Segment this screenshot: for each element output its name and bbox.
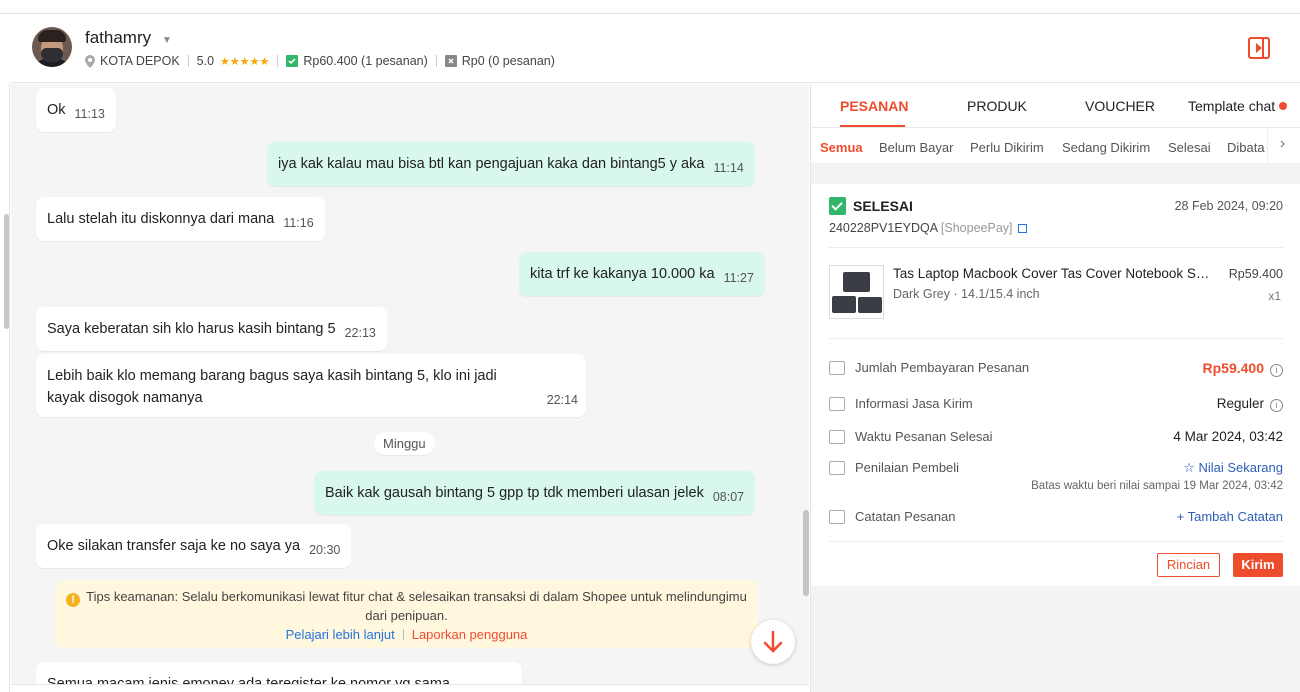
avatar[interactable] [32, 27, 72, 67]
arrow-down-icon [763, 630, 783, 653]
warning-icon: ! [66, 593, 81, 607]
active-tab-indicator [840, 125, 905, 127]
shipping-service: Reguler i [1217, 396, 1283, 412]
paid-orders-stat: Rp60.400 (1 pesanan) [303, 54, 428, 68]
notification-dot [1279, 102, 1288, 110]
subtab-dibatalkan[interactable]: Dibata [1227, 140, 1265, 155]
tab-produk[interactable]: PRODUK [967, 98, 1027, 114]
user-meta: KOTA DEPOK 5.0 ★★★★★ Rp60.400 (1 pesanan… [85, 54, 555, 68]
learn-more-link[interactable]: Pelajari lebih lanjut [286, 627, 395, 642]
message-incoming: Lalu stelah itu diskonnya dari mana 11:16 [36, 197, 325, 241]
scroll-to-bottom-button[interactable] [751, 620, 795, 664]
paid-orders-icon [286, 55, 299, 67]
completed-status-icon [829, 197, 846, 215]
subtab-perlu-dikirim[interactable]: Perlu Dikirim [970, 140, 1044, 155]
order-status-filter: Semua Belum Bayar Perlu Dikirim Sedang D… [811, 129, 1300, 163]
tips-text: Tips keamanan: Selalu berkomunikasi lewa… [86, 589, 747, 623]
location-text: KOTA DEPOK [100, 54, 180, 68]
username[interactable]: fathamry [85, 28, 151, 48]
collapse-panel-icon[interactable] [1248, 37, 1270, 59]
divider [829, 541, 1283, 542]
cancelled-orders-icon [444, 55, 457, 67]
note-icon [829, 510, 845, 524]
message-incoming: Saya keberatan sih klo harus kasih binta… [36, 307, 387, 351]
top-strip [0, 0, 1300, 14]
panel-empty-area [811, 586, 1300, 692]
chevron-right-icon[interactable]: › [1267, 129, 1297, 163]
calendar-icon [829, 430, 845, 444]
detail-button[interactable]: Rincian [1157, 553, 1220, 577]
rate-now-link[interactable]: ☆ Nilai Sekarang [1183, 460, 1283, 476]
chat-input-edge [11, 684, 809, 692]
message-incoming: Semua macam jenis emoney ada teregister … [36, 662, 522, 684]
tab-template-chat[interactable]: Template chat [1188, 98, 1288, 114]
subtab-belum-bayar[interactable]: Belum Bayar [879, 140, 953, 155]
tab-pesanan[interactable]: PESANAN [840, 98, 908, 114]
completed-time-row: Waktu Pesanan Selesai 4 Mar 2024, 03:42 [829, 428, 1283, 448]
panel-spacer [811, 163, 1300, 184]
payment-icon [829, 361, 845, 375]
send-button[interactable]: Kirim [1233, 553, 1283, 577]
order-status: SELESAI [853, 198, 913, 214]
message-outgoing: Baik kak gausah bintang 5 gpp tp tdk mem… [314, 471, 756, 515]
order-card: SELESAI 28 Feb 2024, 09:20 240228PV1EYDQ… [811, 184, 1300, 586]
star-icon [829, 461, 845, 475]
completed-time: 4 Mar 2024, 03:42 [1173, 429, 1283, 444]
order-date: 28 Feb 2024, 09:20 [1174, 199, 1283, 213]
add-note-link[interactable]: + Tambah Catatan [1177, 509, 1283, 524]
subtab-sedang-dikirim[interactable]: Sedang Dikirim [1062, 140, 1150, 155]
report-user-link[interactable]: Laporkan pengguna [412, 627, 528, 642]
location-pin-icon [85, 54, 95, 68]
message-outgoing: kita trf ke kakanya 10.000 ka 11:27 [519, 252, 765, 296]
order-panel: PESANAN PRODUK VOUCHER Template chat Sem… [810, 84, 1300, 692]
rating-value: 5.0 [196, 54, 215, 68]
divider [829, 247, 1283, 248]
product-thumbnail[interactable] [829, 265, 884, 319]
product-variant: Dark Grey · 14.1/15.4 inch [893, 287, 1040, 301]
info-icon[interactable]: i [1270, 364, 1283, 377]
buyer-rating-row: Penilaian Pembeli ☆ Nilai Sekarang [829, 459, 1283, 479]
security-tips-banner: ! Tips keamanan: Selalu berkomunikasi lew… [55, 580, 758, 648]
rating-stars-icon: ★★★★★ [220, 55, 270, 68]
subtab-selesai[interactable]: Selesai [1168, 140, 1211, 155]
payment-total-row: Jumlah Pembayaran Pesanan Rp59.400 i [829, 359, 1283, 379]
rating-deadline: Batas waktu beri nilai sampai 19 Mar 202… [1031, 480, 1283, 492]
subtab-semua[interactable]: Semua [820, 140, 863, 155]
chat-header: fathamry ▼ KOTA DEPOK 5.0 ★★★★★ Rp60.400… [10, 15, 1300, 83]
message-incoming: Oke silakan transfer saja ke no saya ya 2… [36, 524, 352, 568]
divider [829, 338, 1283, 339]
truck-icon [829, 397, 845, 411]
panel-tabs: PESANAN PRODUK VOUCHER Template chat [811, 84, 1300, 128]
message-outgoing: iya kak kalau mau bisa btl kan pengajuan… [267, 142, 755, 186]
external-link-icon[interactable] [1017, 224, 1027, 233]
message-incoming: Ok 11:13 [36, 88, 116, 132]
day-separator: Minggu [374, 432, 435, 455]
product-quantity: x1 [1268, 289, 1281, 303]
product-name[interactable]: Tas Laptop Macbook Cover Tas Cover Noteb… [893, 266, 1213, 281]
order-note-row: Catatan Pesanan + Tambah Catatan [829, 508, 1283, 528]
info-icon[interactable]: i [1270, 399, 1283, 412]
tab-voucher[interactable]: VOUCHER [1085, 98, 1155, 114]
left-scrollbar[interactable] [4, 214, 9, 329]
shipping-info-row: Informasi Jasa Kirim Reguler i [829, 395, 1283, 415]
payment-total: Rp59.400 i [1203, 360, 1283, 377]
message-incoming: Lebih baik klo memang barang bagus saya … [36, 354, 586, 417]
chat-area: Ok 11:13 iya kak kalau mau bisa btl kan p… [11, 84, 809, 684]
cancelled-orders-stat: Rp0 (0 pesanan) [461, 54, 555, 68]
left-edge-panel [0, 84, 10, 692]
chat-scrollbar[interactable] [803, 510, 809, 596]
product-price: Rp59.400 [1228, 267, 1283, 281]
payment-method: [ShopeePay] [940, 221, 1013, 235]
chevron-down-icon[interactable]: ▼ [162, 35, 172, 46]
order-id[interactable]: 240228PV1EYDQA [ShopeePay] [829, 221, 1027, 235]
